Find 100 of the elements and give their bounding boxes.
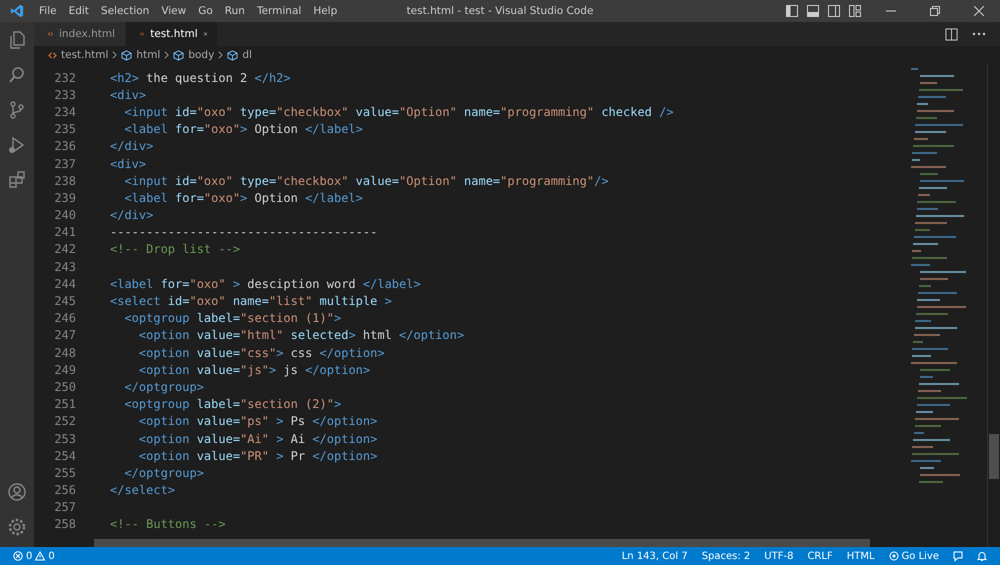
line-number: 246 [53,311,76,326]
menu-item[interactable]: Go [192,5,219,17]
line-number: 232 [53,70,76,85]
code-file-icon [48,52,57,58]
code-line: <!-- Buttons --> [110,517,226,532]
go-live-button[interactable]: Go Live [882,550,946,562]
line-number: 249 [53,362,76,377]
line-number: 241 [53,225,76,240]
code-line: <optgroup label="section (1)"> [123,311,342,326]
vscode-logo-icon [10,4,24,18]
line-number: 254 [53,448,76,463]
sidebar-layout-icon[interactable] [785,4,799,18]
status-item[interactable]: Ln 143, Col 7 [614,550,695,562]
panel-layout-icon[interactable] [806,4,820,18]
line-number: 256 [53,483,76,498]
code-line: <label for="oxo" > desciption word </label> [110,276,421,291]
menu-item[interactable]: View [155,5,192,17]
menu-item[interactable]: Terminal [250,5,308,17]
menu-item[interactable]: Edit [62,5,95,17]
code-line: </optgroup> [123,380,204,394]
breadcrumb-item[interactable]: body [188,49,214,61]
code-line: </optgroup> [123,466,204,480]
code-line: <optgroup label="section (2)"> [123,397,342,412]
line-number: 250 [53,380,76,394]
line-number: 234 [53,104,76,119]
code-line: <h2> the question 2 </h2> [110,70,291,85]
code-line: <input id="oxo" type="checkbox" value="Option" name="programming" checked /> [123,104,674,119]
problems-indicator[interactable]: 0 0 [6,550,62,562]
line-number: 233 [53,88,76,102]
close-icon[interactable] [974,6,984,16]
chevron-icon [112,51,118,59]
chevron-icon [218,51,224,59]
line-number: 253 [53,432,76,446]
settings-icon[interactable] [7,517,27,537]
line-number: 257 [53,500,76,514]
cube-icon [173,50,184,60]
code-line: <option value="js"> js </option> [138,362,370,377]
line-number: 239 [53,190,76,205]
editor-tab[interactable]: test.html [126,22,218,46]
code-line: ------------------------------------- [110,225,378,240]
code-line: <option value="ps" > Ps </option> [138,414,378,428]
error-icon [13,551,23,561]
horizontal-scrollbar[interactable] [94,539,870,547]
code-line: <div> [110,88,146,102]
layout-grid-icon[interactable] [848,4,862,18]
code-line: <label for="oxo"> Option </label> [123,122,363,136]
vertical-scrollbar[interactable] [989,434,999,479]
more-actions-icon[interactable] [972,32,986,36]
line-number: 248 [53,346,76,360]
breadcrumb-item[interactable]: test.html [61,49,108,61]
code-line: <label for="oxo"> Option </label> [123,190,363,205]
code-line: </select> [110,483,176,498]
code-line: <option value="PR" > Pr </option> [138,448,378,463]
menu-item[interactable]: File [33,5,63,17]
breadcrumb-item[interactable]: dl [242,49,252,61]
line-number: 235 [53,122,76,136]
line-number: 243 [53,260,76,274]
line-number: 247 [53,328,76,342]
line-number: 236 [53,139,76,154]
line-number: 258 [53,517,76,532]
code-line: </div> [110,139,154,154]
status-item[interactable]: CRLF [800,550,840,562]
code-line: <!-- Drop list --> [110,242,240,256]
code-file-icon [140,30,144,38]
feedback-icon[interactable] [952,550,964,562]
code-line: <select id="oxo" name="list" multiple > [110,294,392,308]
menu-item[interactable]: Run [218,5,251,17]
warning-icon [35,551,46,561]
status-item[interactable]: Spaces: 2 [694,550,758,562]
split-editor-icon[interactable] [945,28,958,40]
window-title: test.html - test - Visual Studio Code [406,5,594,17]
line-number: 251 [53,397,76,412]
line-number: 237 [53,156,76,171]
code-line: </div> [110,208,154,222]
breadcrumb-item[interactable]: html [136,49,160,61]
line-number: 244 [53,276,76,291]
cube-icon [121,50,132,60]
run-debug-icon[interactable] [7,135,27,155]
line-number: 252 [53,414,76,428]
line-number: 245 [53,294,76,308]
code-line: <option value="html" selected> html </option> [138,328,464,342]
code-line: <option value="css"> css </option> [138,346,385,360]
cube-icon [227,50,238,60]
code-file-icon [48,30,54,38]
status-item[interactable]: HTML [840,550,882,562]
bell-icon[interactable] [976,550,988,562]
line-number: 242 [53,242,76,256]
line-number: 240 [53,208,76,222]
extensions-icon[interactable] [7,170,27,190]
editor-tab[interactable]: index.html [34,22,126,46]
menu-item[interactable]: Help [307,5,344,17]
code-line: <option value="Ai" > Ai </option> [138,432,378,446]
broadcast-icon [888,551,899,561]
line-number: 255 [53,466,76,480]
menu-item[interactable]: Selection [94,5,156,17]
account-icon[interactable] [7,482,27,502]
restore-icon[interactable] [930,6,940,16]
close-icon[interactable] [204,30,207,38]
status-item[interactable]: UTF-8 [757,550,800,562]
secondary-sidebar-icon[interactable] [827,4,841,18]
